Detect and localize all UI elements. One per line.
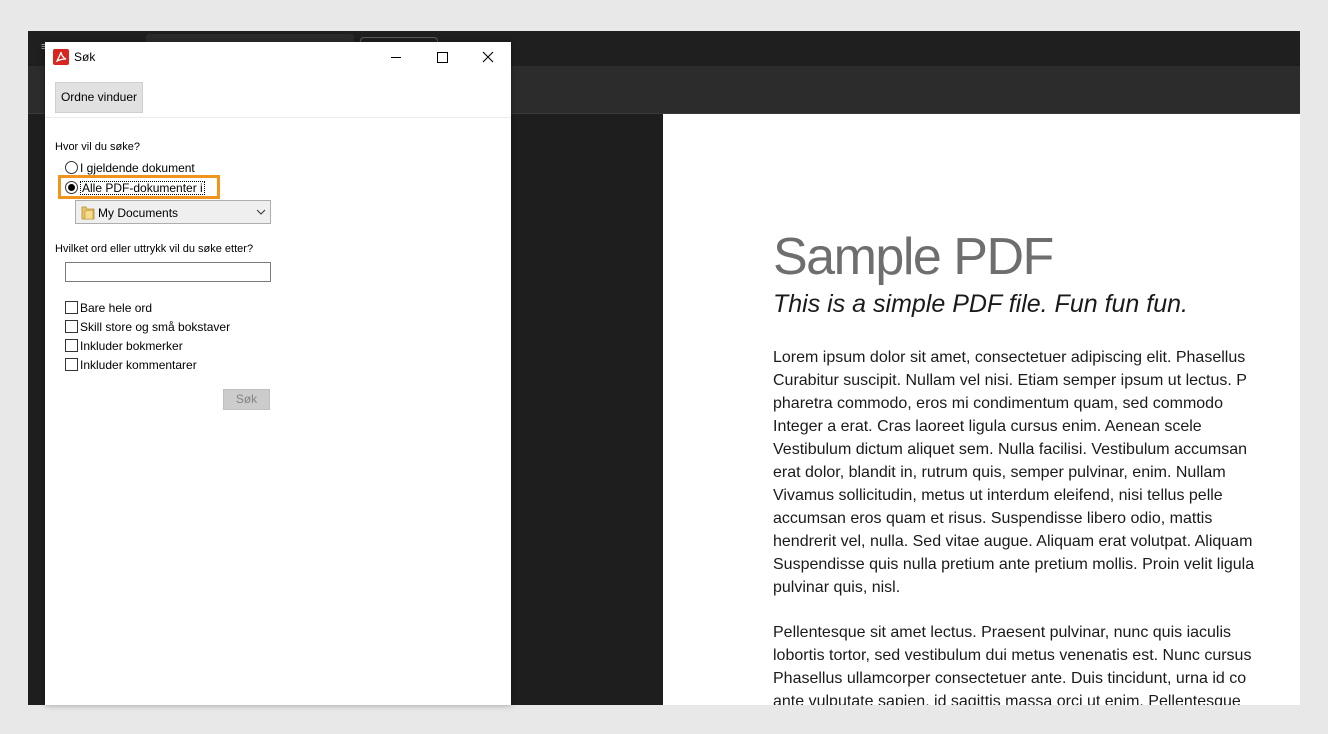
- pdf-text-line: Curabitur suscipit. Nullam vel nisi. Eti…: [773, 372, 1247, 389]
- pdf-text-line: Vivamus sollicitudin, metus ut interdum …: [773, 487, 1223, 504]
- arrange-windows-button[interactable]: Ordne vinduer: [55, 82, 143, 113]
- pdf-title: Sample PDF: [773, 228, 1054, 286]
- search-button[interactable]: Søk: [223, 389, 270, 410]
- maximize-icon: [437, 52, 448, 63]
- pdf-text-line: hendrerit vel, nulla. Sed vitae augue. A…: [773, 533, 1253, 550]
- pdf-text-line: Integer a erat. Cras laoreet ligula curs…: [773, 418, 1202, 435]
- include-comments-checkbox[interactable]: [65, 358, 78, 371]
- search-dialog: Søk Ordne vinduer Hvor vil du søke? I gj…: [45, 42, 511, 705]
- radio-selected-dot: [68, 184, 75, 191]
- pdf-text-line: pulvinar quis, nisl.: [773, 579, 901, 596]
- pdf-text-line: Vestibulum dictum aliquet sem. Nulla fac…: [773, 441, 1247, 458]
- search-term-label: Hvilket ord eller uttrykk vil du søke et…: [55, 243, 254, 255]
- folder-select[interactable]: My Documents: [75, 200, 271, 224]
- radio-current-document-label[interactable]: I gjeldende dokument: [80, 161, 195, 175]
- whole-words-label[interactable]: Bare hele ord: [80, 301, 152, 315]
- folder-select-value: My Documents: [98, 206, 179, 220]
- pdf-text-line: Phasellus ullamcorper consectetuer ante.…: [773, 670, 1247, 687]
- case-sensitive-checkbox[interactable]: [65, 320, 78, 333]
- pdf-subtitle: This is a simple PDF file. Fun fun fun.: [773, 290, 1188, 318]
- pdf-text-line: accumsan eros quam et risus. Suspendisse…: [773, 510, 1213, 527]
- pdf-text-line: ante vulputate sapien, id sagittis massa…: [773, 693, 1241, 705]
- include-bookmarks-checkbox[interactable]: [65, 339, 78, 352]
- folder-icon: [81, 206, 95, 220]
- search-input[interactable]: [65, 262, 271, 282]
- chevron-down-icon: [256, 209, 266, 215]
- dialog-titlebar[interactable]: Søk: [45, 42, 511, 72]
- pdf-paragraph: Pellentesque sit amet lectus. Praesent p…: [773, 621, 1300, 705]
- include-bookmarks-label[interactable]: Inkluder bokmerker: [80, 339, 183, 353]
- radio-current-document[interactable]: [65, 161, 78, 174]
- case-sensitive-label[interactable]: Skill store og små bokstaver: [80, 320, 230, 334]
- acrobat-icon: [53, 49, 69, 65]
- divider: [45, 117, 511, 118]
- pdf-page: Sample PDF This is a simple PDF file. Fu…: [663, 114, 1300, 705]
- pdf-text-line: pharetra commodo, eros mi condimentum qu…: [773, 395, 1223, 412]
- close-button[interactable]: [465, 42, 511, 72]
- radio-all-pdfs[interactable]: [65, 181, 78, 194]
- dialog-title: Søk: [74, 50, 96, 64]
- include-comments-label[interactable]: Inkluder kommentarer: [80, 358, 197, 372]
- pdf-text-line: Suspendisse quis nulla pretium ante pret…: [773, 556, 1255, 573]
- pdf-text-line: Pellentesque sit amet lectus. Praesent p…: [773, 624, 1232, 641]
- radio-all-pdfs-label[interactable]: Alle PDF-dokumenter i: [80, 181, 205, 195]
- minimize-icon: [391, 57, 401, 58]
- minimize-button[interactable]: [373, 42, 419, 72]
- whole-words-checkbox[interactable]: [65, 301, 78, 314]
- pdf-text-line: Lorem ipsum dolor sit amet, consectetuer…: [773, 349, 1246, 366]
- pdf-text-line: lobortis tortor, sed vestibulum dui metu…: [773, 647, 1252, 664]
- where-to-search-label: Hvor vil du søke?: [55, 141, 140, 153]
- maximize-button[interactable]: [419, 42, 465, 72]
- pdf-paragraph: Lorem ipsum dolor sit amet, consectetuer…: [773, 346, 1300, 599]
- pdf-text-line: erat dolor, blandit in, rutrum quis, sem…: [773, 464, 1226, 481]
- close-icon: [482, 51, 494, 63]
